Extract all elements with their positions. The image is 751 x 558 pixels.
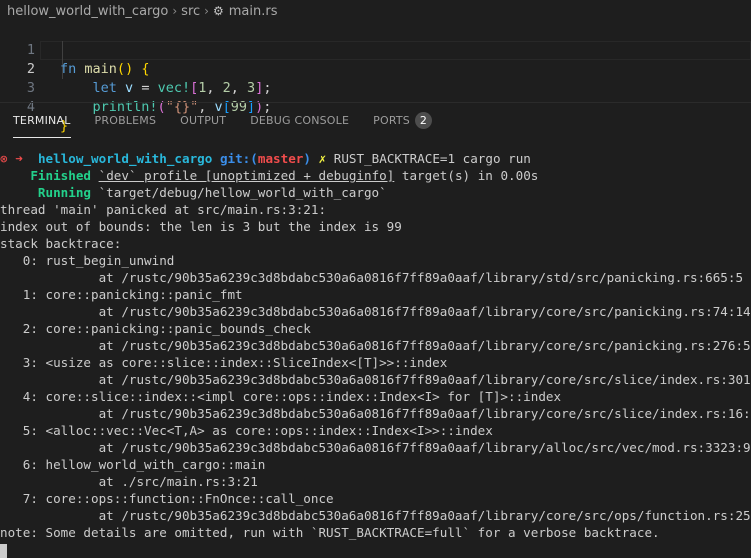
breadcrumb: hellow_world_with_cargo › src › ⚙ main.r… <box>0 0 751 22</box>
code-editor[interactable]: 1 fn main() { 2 let v = vec![1, 2, 3]; 3… <box>0 22 751 134</box>
terminal-next-prompt <box>0 541 751 558</box>
git-dirty-icon: ✗ <box>318 151 327 166</box>
terminal-line: at /rustc/90b35a6239c3d8bdabc530a6a0816f… <box>0 440 751 455</box>
terminal-cursor <box>0 543 7 558</box>
breadcrumb-project[interactable]: hellow_world_with_cargo <box>7 4 168 19</box>
prompt-git-branch: master <box>257 151 304 166</box>
panel-tabs: TERMINAL PROBLEMS OUTPUT DEBUG CONSOLE P… <box>13 110 456 138</box>
chevron-right-icon: › <box>172 4 178 18</box>
terminal-line: thread 'main' panicked at src/main.rs:3:… <box>0 202 327 217</box>
cargo-finished-line: Finished `dev` profile [unoptimized + de… <box>30 168 539 183</box>
terminal-line: 4: core::slice::index::<impl core::ops::… <box>0 389 562 404</box>
terminal-line: 1: core::panicking::panic_fmt <box>0 287 243 302</box>
panel-divider <box>0 102 751 103</box>
code-line-4[interactable]: 4 } <box>0 79 751 134</box>
terminal-line: 7: core::ops::function::FnOnce::call_onc… <box>0 491 334 506</box>
terminal-line: note: Some details are omitted, run with… <box>0 525 660 540</box>
terminal-line: 2: core::panicking::panic_bounds_check <box>0 321 311 336</box>
terminal-line: at /rustc/90b35a6239c3d8bdabc530a6a0816f… <box>0 270 744 285</box>
breadcrumb-file[interactable]: main.rs <box>229 4 278 19</box>
tab-problems[interactable]: PROBLEMS <box>95 110 157 134</box>
tab-ports-label: PORTS <box>373 114 410 127</box>
panic-output: thread 'main' panicked at src/main.rs:3:… <box>0 201 751 541</box>
terminal-line: at /rustc/90b35a6239c3d8bdabc530a6a0816f… <box>0 508 751 523</box>
terminal-line: at /rustc/90b35a6239c3d8bdabc530a6a0816f… <box>0 372 751 387</box>
terminal-line: 3: <usize as core::slice::index::SliceIn… <box>0 355 448 370</box>
terminal-output[interactable]: ⊗ ➜ hellow_world_with_cargo git:(master)… <box>0 150 751 558</box>
ports-count-badge: 2 <box>415 111 432 129</box>
terminal-line: at ./src/main.rs:3:21 <box>0 474 258 489</box>
tab-ports[interactable]: PORTS 2 <box>373 110 432 134</box>
rust-file-icon: ⚙ <box>212 4 224 18</box>
error-status-icon: ⊗ <box>0 151 8 166</box>
terminal-line: 0: rust_begin_unwind <box>0 253 175 268</box>
terminal-command: RUST_BACKTRACE=1 cargo run <box>333 151 531 166</box>
prompt-directory: hellow_world_with_cargo <box>37 151 213 166</box>
terminal-line: stack backtrace: <box>0 236 122 251</box>
code-line-2[interactable]: 2 let v = vec![1, 2, 3]; <box>0 41 751 96</box>
cargo-running-line: Running `target/debug/hellow_world_with_… <box>37 185 387 200</box>
tab-debug-console[interactable]: DEBUG CONSOLE <box>250 110 349 134</box>
terminal-line: at /rustc/90b35a6239c3d8bdabc530a6a0816f… <box>0 338 751 353</box>
prompt-arrow-icon: ➜ <box>15 151 23 166</box>
terminal-line: at /rustc/90b35a6239c3d8bdabc530a6a0816f… <box>0 304 751 319</box>
chevron-right-icon: › <box>204 4 209 18</box>
prompt-git-label: git: <box>219 151 251 166</box>
tab-output[interactable]: OUTPUT <box>180 110 226 134</box>
terminal-line: 6: hellow_world_with_cargo::main <box>0 457 266 472</box>
tab-terminal[interactable]: TERMINAL <box>13 110 71 138</box>
terminal-line: 5: <alloc::vec::Vec<T,A> as core::ops::i… <box>0 423 493 438</box>
terminal-line: index out of bounds: the len is 3 but th… <box>0 219 402 234</box>
terminal-prompt-line: ⊗ ➜ hellow_world_with_cargo git:(master)… <box>0 151 531 166</box>
breadcrumb-folder[interactable]: src <box>181 4 200 19</box>
code-line-1[interactable]: 1 fn main() { <box>0 22 751 77</box>
code-line-3[interactable]: 3 println!("{}", v[99]); <box>0 60 751 115</box>
terminal-line: at /rustc/90b35a6239c3d8bdabc530a6a0816f… <box>0 406 751 421</box>
